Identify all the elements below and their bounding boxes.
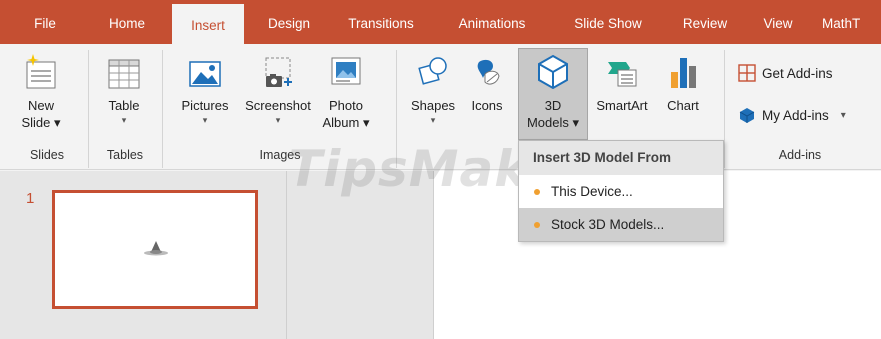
menu-item-this-device-label: This Device... (551, 184, 633, 199)
tab-review[interactable]: Review (676, 0, 734, 44)
photo-album-icon (331, 57, 361, 85)
new-slide-label-2: Slide ▾ (21, 115, 61, 130)
tab-home[interactable]: Home (96, 0, 158, 44)
3d-models-label-2: Models ▾ (526, 115, 580, 130)
tab-mathtype[interactable]: MathT (822, 0, 881, 44)
get-addins-button[interactable]: Get Add-ins (738, 64, 833, 82)
my-addins-label: My Add-ins (762, 107, 829, 123)
chart-icon (671, 58, 696, 88)
menu-item-this-device[interactable]: This Device... (519, 175, 723, 208)
shapes-caret: ▾ (430, 115, 436, 125)
ribbon-tab-bar: File Home Insert Design Transitions Anim… (0, 0, 881, 44)
shapes-button[interactable]: Shapes ▾ (406, 52, 460, 126)
pictures-caret: ▾ (202, 115, 208, 125)
smartart-label: SmartArt (596, 98, 648, 113)
stock-3d-models-icon (534, 222, 540, 228)
tab-file[interactable]: File (20, 0, 70, 44)
3d-models-button[interactable]: 3D Models ▾ (518, 52, 588, 131)
chart-label: Chart (667, 98, 699, 113)
group-separator (724, 50, 725, 168)
menu-item-stock-3d-models-label: Stock 3D Models... (551, 217, 665, 232)
dropdown-header: Insert 3D Model From (519, 141, 723, 175)
slide-thumbnail[interactable] (52, 190, 258, 309)
shapes-icon (418, 57, 447, 85)
pictures-label: Pictures (181, 98, 229, 113)
photo-album-label-2: Album ▾ (322, 115, 370, 130)
screenshot-label: Screenshot (245, 98, 311, 113)
table-button[interactable]: Table ▾ (98, 52, 150, 126)
table-caret: ▾ (121, 115, 127, 125)
group-label-tables: Tables (106, 148, 144, 162)
3d-models-label-1: 3D (544, 98, 562, 113)
my-addins-icon (739, 108, 755, 123)
insert-3d-model-dropdown: Insert 3D Model From This Device... Stoc… (518, 140, 724, 242)
screenshot-button[interactable]: Screenshot ▾ (238, 52, 318, 126)
tab-slide-show[interactable]: Slide Show (561, 0, 655, 44)
shapes-label: Shapes (410, 98, 456, 113)
icons-button[interactable]: Icons (462, 52, 512, 114)
new-slide-label-1: New (27, 98, 54, 113)
get-addins-label: Get Add-ins (762, 65, 833, 81)
group-label-slides: Slides (29, 148, 65, 162)
group-separator (162, 50, 163, 168)
tab-view[interactable]: View (753, 0, 803, 44)
chart-button[interactable]: Chart (658, 52, 708, 114)
tab-transitions[interactable]: Transitions (336, 0, 426, 44)
pictures-button[interactable]: Pictures ▾ (174, 52, 236, 126)
slide-object-icon (144, 241, 168, 256)
store-icon (738, 64, 756, 82)
this-device-icon (534, 189, 540, 195)
icons-icon (477, 59, 500, 85)
tab-design[interactable]: Design (256, 0, 322, 44)
icons-label: Icons (471, 98, 503, 113)
slide-number: 1 (26, 190, 35, 207)
table-icon (108, 59, 140, 89)
smartart-icon (608, 62, 637, 87)
my-addins-caret: ▾ (840, 109, 846, 121)
table-label: Table (108, 98, 140, 113)
new-slide-button[interactable]: New Slide ▾ (16, 52, 66, 131)
screenshot-caret: ▾ (275, 115, 281, 125)
group-label-addins: Add-ins (778, 148, 822, 162)
photo-album-label-1: Photo (329, 98, 363, 113)
new-slide-icon (26, 54, 56, 89)
screenshot-icon (265, 57, 292, 87)
photo-album-button[interactable]: Photo Album ▾ (318, 52, 374, 131)
menu-item-stock-3d-models[interactable]: Stock 3D Models... (519, 208, 723, 241)
my-addins-button[interactable]: My Add-ins ▾ (738, 106, 846, 124)
smartart-button[interactable]: SmartArt (590, 52, 654, 114)
pictures-icon (189, 61, 221, 87)
tab-animations[interactable]: Animations (446, 0, 538, 44)
tab-insert[interactable]: Insert (172, 4, 244, 44)
group-separator (88, 50, 89, 168)
cube-icon (538, 54, 568, 90)
